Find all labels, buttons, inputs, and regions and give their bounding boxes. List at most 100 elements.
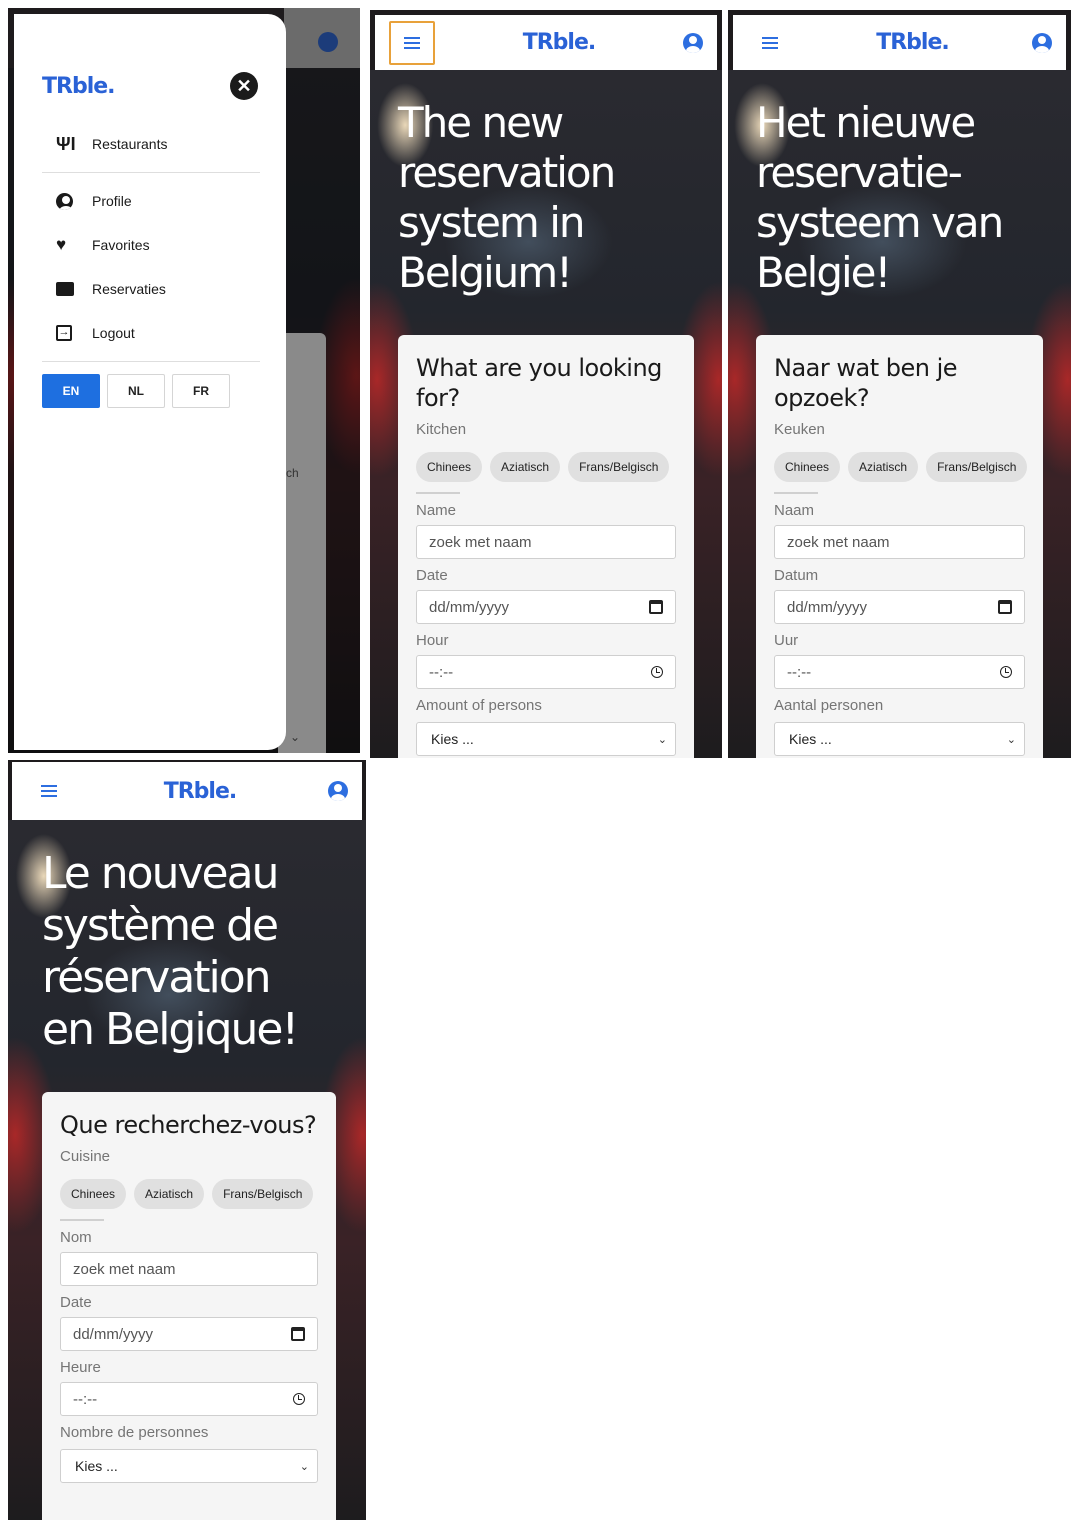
user-icon[interactable] (327, 781, 348, 801)
divider (42, 172, 260, 173)
select-value: Kies ... (75, 1458, 118, 1474)
kitchen-label: Cuisine (60, 1148, 111, 1165)
hero-line: system in (398, 198, 585, 247)
time-input[interactable]: --:-- (60, 1382, 318, 1416)
hero-title: The new reservation system in Belgium! (398, 98, 616, 298)
menu-item-label: Restaurants (92, 136, 168, 152)
hero-title: Het nieuwe reservatie- systeem van Belgi… (756, 98, 1004, 298)
cuisine-chips: Chinees Aziatisch Frans/Belgisch (60, 1179, 318, 1209)
lang-button-en[interactable]: EN (42, 374, 100, 408)
chip-aziatisch[interactable]: Aziatisch (134, 1179, 205, 1209)
menu-item-label: Reservaties (92, 281, 166, 297)
logo[interactable]: TRble. (876, 30, 950, 55)
input-placeholder: --:-- (787, 663, 812, 681)
persons-select[interactable]: Kies ... ⌄ (774, 722, 1025, 756)
persons-select[interactable]: Kies ... ⌄ (416, 722, 676, 756)
input-placeholder: dd/mm/yyyy (787, 598, 868, 616)
menu-item-label: Profile (92, 193, 132, 209)
chip-aziatisch[interactable]: Aziatisch (848, 452, 919, 482)
lang-button-fr[interactable]: FR (172, 374, 230, 408)
date-input[interactable]: dd/mm/yyyy (60, 1317, 318, 1351)
chip-aziatisch[interactable]: Aziatisch (490, 452, 561, 482)
top-navbar: TRble. (733, 15, 1066, 70)
hero-line: systeem van (756, 198, 1004, 247)
time-input[interactable]: --:-- (774, 655, 1025, 689)
ticket-icon (42, 282, 92, 296)
cuisine-chips: Chinees Aziatisch Frans/Belgisch (416, 452, 676, 482)
date-input[interactable]: dd/mm/yyyy (416, 590, 676, 624)
cuisine-chips: Chinees Aziatisch Frans/Belgisch (774, 452, 1028, 482)
dimmed-chip: ch (286, 466, 299, 480)
name-search-input[interactable]: zoek met naam (416, 525, 676, 559)
hero-line: Belgium! (398, 248, 573, 297)
card-title: What are you looking for? (416, 354, 662, 412)
date-label: Datum (774, 567, 819, 584)
logo[interactable]: TRble. (523, 30, 597, 55)
search-card: Naar wat ben je opzoek? Keuken Chinees A… (756, 335, 1043, 758)
user-icon[interactable] (1031, 32, 1052, 53)
chevron-down-icon: ⌄ (299, 1460, 309, 1473)
menu-item-favorites[interactable]: ♥ Favorites (42, 223, 260, 267)
home-screen-nl: TRble. Het nieuwe reservatie- systeem va… (728, 10, 1071, 758)
chip-frans-belgisch[interactable]: Frans/Belgisch (926, 452, 1028, 482)
menu-item-restaurants[interactable]: ΨΙ Restaurants (42, 122, 260, 166)
menu-item-reservaties[interactable]: Reservaties (42, 267, 260, 311)
card-title: Que recherchez-vous? (60, 1111, 317, 1139)
chip-frans-belgisch[interactable]: Frans/Belgisch (568, 452, 670, 482)
kitchen-label: Keuken (774, 421, 825, 438)
logout-icon: → (42, 325, 92, 341)
menu-item-profile[interactable]: Profile (42, 179, 260, 223)
kitchen-label: Kitchen (416, 421, 467, 438)
hero-line: système de (42, 900, 279, 951)
close-icon[interactable]: ✕ (230, 72, 258, 100)
chip-chinees[interactable]: Chinees (416, 452, 483, 482)
hero-line: en Belgique! (42, 1004, 299, 1055)
hero-title: Le nouveau système de réservation en Bel… (42, 848, 299, 1056)
top-navbar: TRble. (12, 762, 362, 820)
calendar-icon[interactable] (649, 600, 663, 614)
hero-line: reservation (398, 148, 616, 197)
logo[interactable]: TRble. (164, 779, 238, 804)
lang-button-nl[interactable]: NL (107, 374, 165, 408)
chip-chinees[interactable]: Chinees (774, 452, 841, 482)
hour-label: Hour (416, 632, 449, 649)
name-label: Name (416, 502, 457, 519)
divider (416, 492, 460, 494)
hour-label: Heure (60, 1359, 101, 1376)
date-input[interactable]: dd/mm/yyyy (774, 590, 1025, 624)
user-icon[interactable] (682, 32, 703, 53)
drawer-menu: ΨΙ Restaurants Profile ♥ Favorites Reser… (42, 122, 260, 408)
clock-icon[interactable] (293, 1393, 305, 1405)
chip-chinees[interactable]: Chinees (60, 1179, 127, 1209)
calendar-icon[interactable] (998, 600, 1012, 614)
chip-frans-belgisch[interactable]: Frans/Belgisch (212, 1179, 314, 1209)
chevron-down-icon: ⌄ (290, 730, 301, 744)
hamburger-menu-icon[interactable] (26, 769, 72, 813)
search-card: What are you looking for? Kitchen Chinee… (398, 335, 694, 758)
time-input[interactable]: --:-- (416, 655, 676, 689)
utensils-icon: ΨΙ (56, 133, 76, 154)
user-icon (318, 32, 338, 52)
name-search-input[interactable]: zoek met naam (774, 525, 1025, 559)
input-placeholder: --:-- (429, 663, 454, 681)
name-search-input[interactable]: zoek met naam (60, 1252, 318, 1286)
input-placeholder: --:-- (73, 1390, 98, 1408)
hamburger-menu-icon[interactable] (747, 21, 793, 65)
menu-item-label: Favorites (92, 237, 150, 253)
input-placeholder: zoek met naam (787, 533, 890, 551)
hamburger-menu-icon[interactable] (389, 20, 435, 65)
heart-icon: ♥ (56, 235, 67, 254)
dimmed-topbar (284, 8, 360, 68)
name-label: Nom (60, 1229, 92, 1246)
clock-icon[interactable] (651, 666, 663, 678)
calendar-icon[interactable] (291, 1327, 305, 1341)
clock-icon[interactable] (1000, 666, 1012, 678)
select-value: Kies ... (431, 731, 474, 747)
input-placeholder: dd/mm/yyyy (73, 1325, 154, 1343)
menu-item-label: Logout (92, 325, 135, 341)
logo[interactable]: TRble. (42, 74, 116, 99)
persons-select[interactable]: Kies ... ⌄ (60, 1449, 318, 1483)
menu-item-logout[interactable]: → Logout (42, 311, 260, 355)
select-value: Kies ... (789, 731, 832, 747)
chevron-down-icon: ⌄ (1006, 733, 1016, 746)
